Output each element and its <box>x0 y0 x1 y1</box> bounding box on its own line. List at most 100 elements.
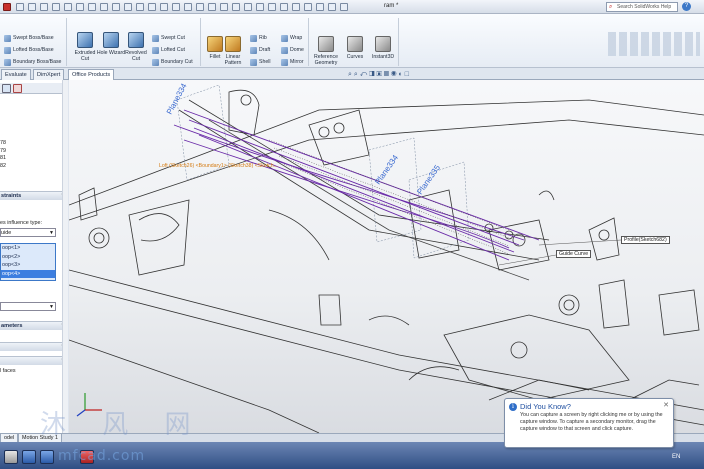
lofted-cut-button[interactable]: Lofted Cut <box>152 46 185 55</box>
close-icon[interactable]: ✕ <box>663 401 669 409</box>
scene-icon[interactable] <box>196 3 204 11</box>
note-icon[interactable] <box>292 3 300 11</box>
graphics-area[interactable]: Plane334 Plane334 Plane335 Loft (Sketch2… <box>69 80 704 433</box>
media-taskbar-icon[interactable] <box>40 450 54 464</box>
list-item[interactable]: 82 <box>0 163 6 171</box>
tab-dimxpert[interactable]: DimXpert <box>33 69 65 80</box>
section-view-icon[interactable]: ◨ <box>369 71 374 78</box>
revolved-cut-button[interactable]: Revolved Cut <box>121 32 151 62</box>
extruded-cut-icon <box>77 32 93 48</box>
property-manager-icon[interactable] <box>13 84 22 93</box>
reference-geometry-button[interactable]: Reference Geometry <box>311 36 341 66</box>
hide-show-icon[interactable] <box>244 3 252 11</box>
linear-pattern-button[interactable]: Linear Pattern <box>218 36 248 66</box>
edit-appearance-icon[interactable]: ◐ <box>399 71 403 78</box>
save-icon[interactable] <box>40 3 48 11</box>
dome-button[interactable]: Dome <box>281 46 304 55</box>
display-style-icon[interactable]: ▦ <box>384 71 389 78</box>
loops-listbox[interactable]: oop<1> oop<2> oop<3> oop<4> <box>0 243 56 281</box>
parameters-section-header[interactable]: ameters ⌃ <box>0 321 68 330</box>
display-section-header[interactable]: ⌃ <box>0 356 68 365</box>
hide-show-items-icon[interactable]: ◉ <box>391 71 397 78</box>
list-item[interactable]: 79 <box>0 148 6 156</box>
rebuild-icon[interactable] <box>88 3 96 11</box>
list-item[interactable]: 81 <box>0 155 6 163</box>
zoom-icon[interactable] <box>136 3 144 11</box>
scene-icon[interactable]: □ <box>405 71 409 78</box>
undo-icon[interactable] <box>64 3 72 11</box>
options-section-header[interactable]: ⌃ <box>0 342 68 351</box>
boundary-cut-button[interactable]: Boundary Cut <box>152 58 193 67</box>
display-icon[interactable] <box>160 3 168 11</box>
guide-curve-callout[interactable]: Guide Curve <box>556 250 592 258</box>
view-orientation-icon[interactable]: ▣ <box>376 71 381 78</box>
list-item[interactable]: 78 <box>0 140 6 148</box>
rib-button[interactable]: Rib <box>250 34 267 43</box>
list-item[interactable]: oop<3> <box>1 261 55 270</box>
appearance-icon[interactable] <box>184 3 192 11</box>
list-item[interactable]: oop<1> <box>1 244 55 253</box>
new-file-icon[interactable] <box>16 3 24 11</box>
customize-icon[interactable] <box>148 3 156 11</box>
view-icon[interactable] <box>124 3 132 11</box>
swept-cut-button[interactable]: Swept Cut <box>152 34 185 43</box>
tools-icon[interactable] <box>220 3 228 11</box>
mirror-button[interactable]: Mirror <box>281 58 304 67</box>
tangency-select[interactable]: ▼ <box>0 302 56 311</box>
feature-manager-scrollbar[interactable] <box>62 80 68 433</box>
curves-button[interactable]: Curves <box>340 36 370 60</box>
explorer-taskbar-icon[interactable] <box>22 450 36 464</box>
zoom-to-fit-icon[interactable]: ⌕ <box>348 71 352 78</box>
smart-dimension-icon[interactable] <box>280 3 288 11</box>
3d-sketch-icon[interactable] <box>304 3 312 11</box>
lofted-boss-button[interactable]: Lofted Boss/Base <box>4 46 54 55</box>
chevron-down-icon: ▼ <box>49 230 54 236</box>
window-controls-toolbar[interactable] <box>608 32 700 56</box>
start-button-icon[interactable] <box>4 450 18 464</box>
reference-icon[interactable] <box>256 3 264 11</box>
ribbon-separator <box>308 18 309 66</box>
solidworks-logo-icon[interactable] <box>3 3 11 11</box>
heads-up-view-toolbar[interactable]: ⌕ ⌕ ↶ ◨ ▣ ▦ ◉ ◐ □ <box>348 71 409 79</box>
layer-icon[interactable] <box>232 3 240 11</box>
previous-view-icon[interactable]: ↶ <box>360 71 367 78</box>
plane-label: Plane335 <box>415 163 442 196</box>
title-bar: ram * ⌕ Search SolidWorks Help ? <box>0 0 704 14</box>
influence-type-value: uide <box>1 230 12 236</box>
chevron-down-icon: ▼ <box>49 304 54 310</box>
swept-boss-button[interactable]: Swept Boss/Base <box>4 34 54 43</box>
profile-callout[interactable]: Profile(Sketch682) <box>621 236 670 244</box>
language-indicator[interactable]: EN <box>672 454 680 460</box>
instant3d-icon <box>375 36 391 52</box>
measure-icon[interactable] <box>316 3 324 11</box>
feature-tree-icon[interactable] <box>2 84 11 93</box>
instant3d-button[interactable]: Instant3D <box>368 36 398 60</box>
file-properties-icon[interactable] <box>112 3 120 11</box>
section-view-icon[interactable] <box>172 3 180 11</box>
tab-office-products[interactable]: Office Products <box>68 69 115 80</box>
did-you-know-balloon[interactable]: i Did You Know? ✕ You can capture a scre… <box>504 398 674 448</box>
print-icon[interactable] <box>52 3 60 11</box>
draft-button[interactable]: Draft <box>250 46 270 55</box>
wrap-button[interactable]: Wrap <box>281 34 302 43</box>
revolved-cut-label: Revolved Cut <box>125 50 147 62</box>
cad-model-view[interactable]: Plane334 Plane334 Plane335 <box>69 80 704 433</box>
select-icon[interactable] <box>76 3 84 11</box>
toolbox-icon[interactable] <box>340 3 348 11</box>
influence-type-select[interactable]: uide ▼ <box>0 228 56 237</box>
list-item[interactable]: oop<2> <box>1 253 55 262</box>
zoom-area-icon[interactable]: ⌕ <box>354 71 358 78</box>
boundary-boss-button[interactable]: Boundary Boss/Base <box>4 58 61 67</box>
list-item[interactable]: oop<4> <box>1 269 55 278</box>
options-icon[interactable] <box>100 3 108 11</box>
open-file-icon[interactable] <box>28 3 36 11</box>
curves-label: Curves <box>346 54 364 60</box>
shell-button[interactable]: Shell <box>250 58 271 67</box>
constraints-section-header[interactable]: straints ⌃ <box>0 191 68 200</box>
help-button[interactable]: ? <box>682 2 691 11</box>
mass-properties-icon[interactable] <box>328 3 336 11</box>
render-icon[interactable] <box>208 3 216 11</box>
sketch-icon[interactable] <box>268 3 276 11</box>
search-input[interactable]: ⌕ Search SolidWorks Help <box>606 2 678 12</box>
tab-evaluate[interactable]: Evaluate <box>1 69 31 80</box>
